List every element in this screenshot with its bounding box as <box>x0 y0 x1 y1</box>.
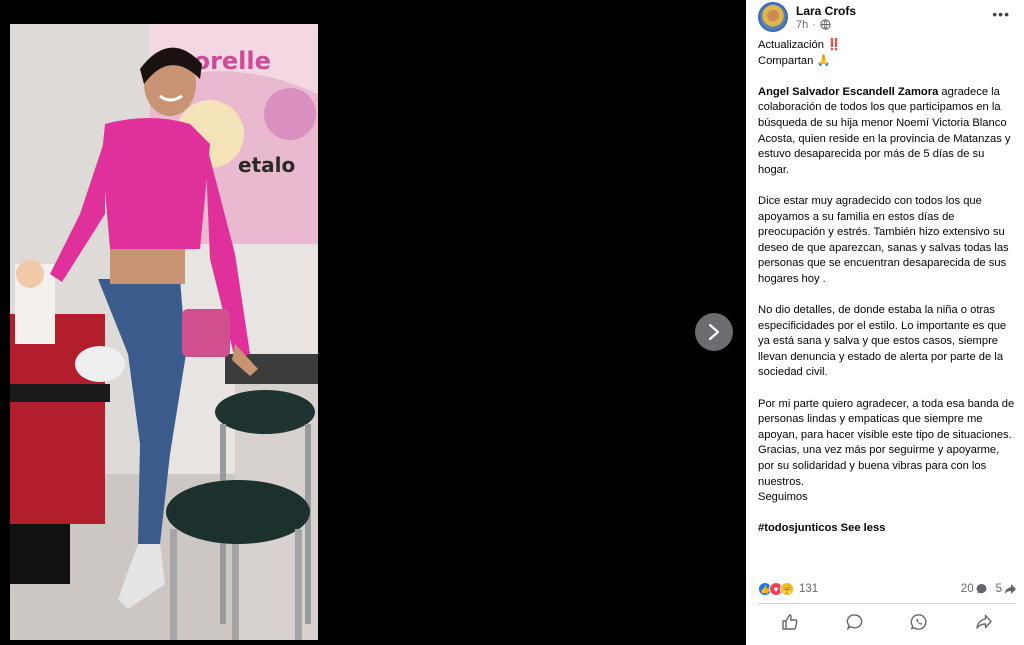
post-photo: onorelle etalo <box>10 24 318 640</box>
reactions-summary[interactable]: 👍 ♥ 🤗 131 <box>758 582 818 596</box>
paragraph-3: No dio detalles, de donde estaba la niña… <box>758 304 1007 379</box>
whatsapp-share-button[interactable] <box>899 609 939 635</box>
poster-text-2: etalo <box>238 153 295 177</box>
action-bar <box>758 608 1016 636</box>
more-options-button[interactable]: ••• <box>992 6 1010 22</box>
globe-icon <box>820 19 831 30</box>
share-count-value: 5 <box>995 583 1002 595</box>
paragraph-4b: Gracias, una vez más por seguirme y apoy… <box>758 444 1000 488</box>
reaction-count: 131 <box>799 583 819 595</box>
paragraph-4c: Seguimos <box>758 491 808 504</box>
avatar[interactable] <box>758 2 788 32</box>
paragraph-2: Dice estar muy agradecido con todos los … <box>758 194 1009 285</box>
next-photo-button[interactable] <box>695 313 733 351</box>
author-name[interactable]: Lara Crofs <box>796 4 856 18</box>
engagement-counts: 20 5 <box>961 583 1016 595</box>
post-panel: Lara Crofs 7h · ••• Actualización ‼️ Com… <box>746 0 1024 645</box>
paragraph-1: Angel Salvador Escandell Zamora agradece… <box>758 85 1016 179</box>
share-count[interactable]: 5 <box>996 583 1016 595</box>
photo-illustration: onorelle etalo <box>10 24 318 640</box>
share-arrow-icon <box>1004 584 1016 594</box>
post-header: Lara Crofs 7h · <box>758 2 856 32</box>
hashtag-link[interactable]: #todosjunticos <box>758 522 838 534</box>
comment-count[interactable]: 20 <box>961 583 988 595</box>
post-meta: 7h · <box>796 19 856 31</box>
share-icon <box>976 614 992 629</box>
author-block: Lara Crofs 7h · <box>796 4 856 31</box>
photo-viewer: onorelle etalo <box>0 0 746 645</box>
care-reaction-icon: 🤗 <box>780 582 794 596</box>
like-button[interactable] <box>770 609 810 635</box>
paragraph-4a: Por mi parte quiero agradecer, a toda es… <box>758 397 1015 441</box>
whatsapp-icon <box>910 614 927 630</box>
share-button[interactable] <box>964 609 1004 635</box>
post-stats: 👍 ♥ 🤗 131 20 5 <box>758 579 1016 599</box>
divider <box>758 603 1016 604</box>
comment-bubble-icon <box>976 583 986 594</box>
post-line-1: Actualización ‼️ <box>758 39 841 51</box>
paragraph-1-text: agradece la colaboración de todos los qu… <box>758 85 1011 176</box>
comment-icon <box>846 614 863 631</box>
mentioned-name: Angel Salvador Escandell Zamora <box>758 85 939 98</box>
separator: · <box>812 18 816 31</box>
chevron-right-icon <box>708 323 720 341</box>
thumbs-up-icon <box>782 614 798 630</box>
comment-button[interactable] <box>835 609 875 635</box>
post-time[interactable]: 7h <box>796 19 808 31</box>
hashtag-line: #todosjunticos See less <box>758 521 1016 537</box>
comment-count-value: 20 <box>960 583 974 595</box>
post-text: Actualización ‼️ Compartan 🙏 Angel Salva… <box>758 38 1016 537</box>
post-line-2: Compartan 🙏 <box>758 54 831 67</box>
see-less-button[interactable]: See less <box>841 522 886 534</box>
